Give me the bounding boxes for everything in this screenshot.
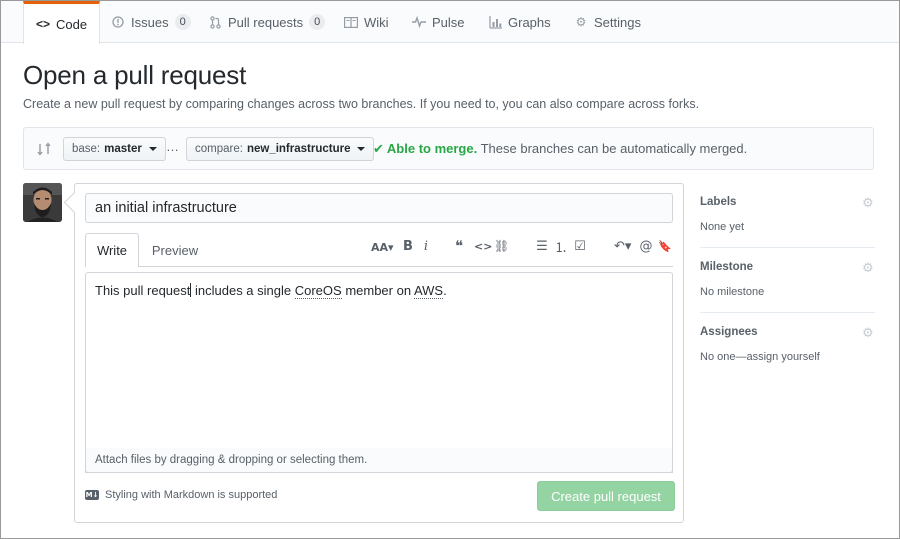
file-attach-bar[interactable]: Attach files by dragging & dropping or s… (85, 448, 673, 473)
sidebar-heading[interactable]: Milestone (700, 261, 753, 273)
sidebar-value: No milestone (700, 286, 765, 298)
pull-requests-counter: 0 (309, 14, 326, 30)
branch-compare-bar: base: master … compare: new_infrastructu… (23, 127, 874, 170)
markdown-note-text: Styling with Markdown is supported (105, 489, 278, 501)
tab-pulse[interactable]: Pulse (412, 1, 465, 43)
spellcheck-word: CoreOS (294, 283, 342, 299)
bulleted-list-icon[interactable]: ☰ (535, 236, 549, 256)
tab-issues[interactable]: Issues 0 (111, 1, 191, 43)
gear-icon[interactable]: ⚙ (862, 196, 875, 209)
tab-label: Issues (131, 14, 169, 30)
tab-label: Pull requests (228, 14, 304, 30)
chevron-down-icon (357, 147, 366, 151)
sidebar-milestone: Milestone ⚙ No milestone (700, 248, 875, 313)
discussion-sidebar: Labels ⚙ None yet Milestone ⚙ No milesto… (700, 183, 875, 378)
tab-settings[interactable]: ⚙ Settings (574, 1, 641, 43)
pr-title-input[interactable] (85, 193, 673, 223)
pull-request-form: Write Preview AA▾ B i ❝ <> ⛓ ☰ ⒈ ☑ ↶▾ @ … (74, 183, 684, 523)
gear-icon[interactable]: ⚙ (862, 261, 875, 274)
toolbar-divider (85, 266, 673, 267)
check-icon: ✔ (373, 141, 384, 156)
issues-counter: 0 (174, 14, 191, 30)
markdown-icon: M↓ (85, 490, 99, 500)
body-text: This pull request (95, 283, 191, 298)
base-branch-select[interactable]: base: master (63, 137, 166, 161)
pr-body-textarea[interactable]: This pull request includes a single Core… (85, 272, 673, 474)
tab-label: Graphs (508, 14, 551, 30)
tab-wiki[interactable]: Wiki (344, 1, 389, 43)
base-branch-name: master (104, 143, 142, 155)
sidebar-labels: Labels ⚙ None yet (700, 183, 875, 248)
body-text: . (443, 283, 447, 298)
pulse-icon (412, 15, 426, 29)
issue-icon (111, 15, 125, 29)
gear-icon[interactable]: ⚙ (862, 326, 875, 339)
merge-status: ✔ Able to merge. These branches can be au… (373, 141, 747, 157)
merge-status-label: Able to merge. (386, 141, 478, 156)
chevron-down-icon (148, 147, 157, 151)
create-pull-request-button[interactable]: Create pull request (537, 481, 675, 511)
bold-icon[interactable]: B (401, 236, 415, 256)
tab-label: Wiki (364, 14, 389, 30)
compare-branch-name: new_infrastructure (246, 143, 351, 155)
sidebar-assignees: Assignees ⚙ No one—assign yourself (700, 313, 875, 378)
tab-preview[interactable]: Preview (145, 233, 205, 267)
code-icon: <> (36, 17, 51, 31)
tab-pull-requests[interactable]: Pull requests 0 (208, 1, 326, 43)
link-icon[interactable]: ⛓ (494, 236, 509, 256)
bookmark-icon[interactable]: 🔖 (658, 236, 672, 256)
sidebar-heading[interactable]: Labels (700, 196, 736, 208)
reply-icon[interactable]: ↶▾ (614, 236, 631, 256)
body-text: member on (341, 283, 414, 298)
code-icon[interactable]: <> (474, 236, 492, 256)
markdown-note[interactable]: M↓ Styling with Markdown is supported (85, 489, 277, 501)
compare-prefix: compare: (195, 143, 243, 155)
body-text: includes a single (191, 283, 295, 298)
mention-icon[interactable]: @ (639, 236, 653, 256)
tab-write[interactable]: Write (85, 233, 139, 267)
tab-code[interactable]: <> Code (23, 1, 101, 44)
tab-label: Pulse (432, 14, 465, 30)
quote-icon[interactable]: ❝ (452, 236, 466, 256)
sidebar-value: None yet (700, 221, 745, 233)
graph-icon (488, 15, 502, 29)
compare-branch-select[interactable]: compare: new_infrastructure (186, 137, 375, 161)
gear-icon: ⚙ (575, 15, 587, 29)
page-title: Open a pull request (23, 60, 247, 90)
branch-separator: … (166, 139, 179, 154)
task-list-icon[interactable]: ☑ (573, 236, 587, 256)
avatar[interactable] (23, 183, 62, 222)
base-prefix: base: (72, 143, 101, 155)
italic-icon[interactable]: i (419, 236, 433, 256)
repo-nav: <> Code Issues 0 Pull requests 0 Wiki Pu… (1, 1, 899, 44)
tab-label: Settings (594, 14, 641, 30)
merge-status-detail: These branches can be automatically merg… (480, 141, 748, 156)
spellcheck-word: AWS (413, 283, 444, 299)
page-subtitle: Create a new pull request by comparing c… (23, 97, 700, 111)
tab-label: Code (56, 16, 88, 32)
pull-request-icon (208, 15, 222, 29)
text-size-icon[interactable]: AA▾ (371, 237, 394, 257)
tab-graphs[interactable]: Graphs (488, 1, 551, 43)
numbered-list-icon[interactable]: ⒈ (554, 236, 568, 256)
sidebar-heading[interactable]: Assignees (700, 326, 758, 338)
compare-arrows-icon (37, 141, 51, 157)
book-icon (344, 15, 358, 29)
sidebar-value[interactable]: No one—assign yourself (700, 351, 820, 363)
